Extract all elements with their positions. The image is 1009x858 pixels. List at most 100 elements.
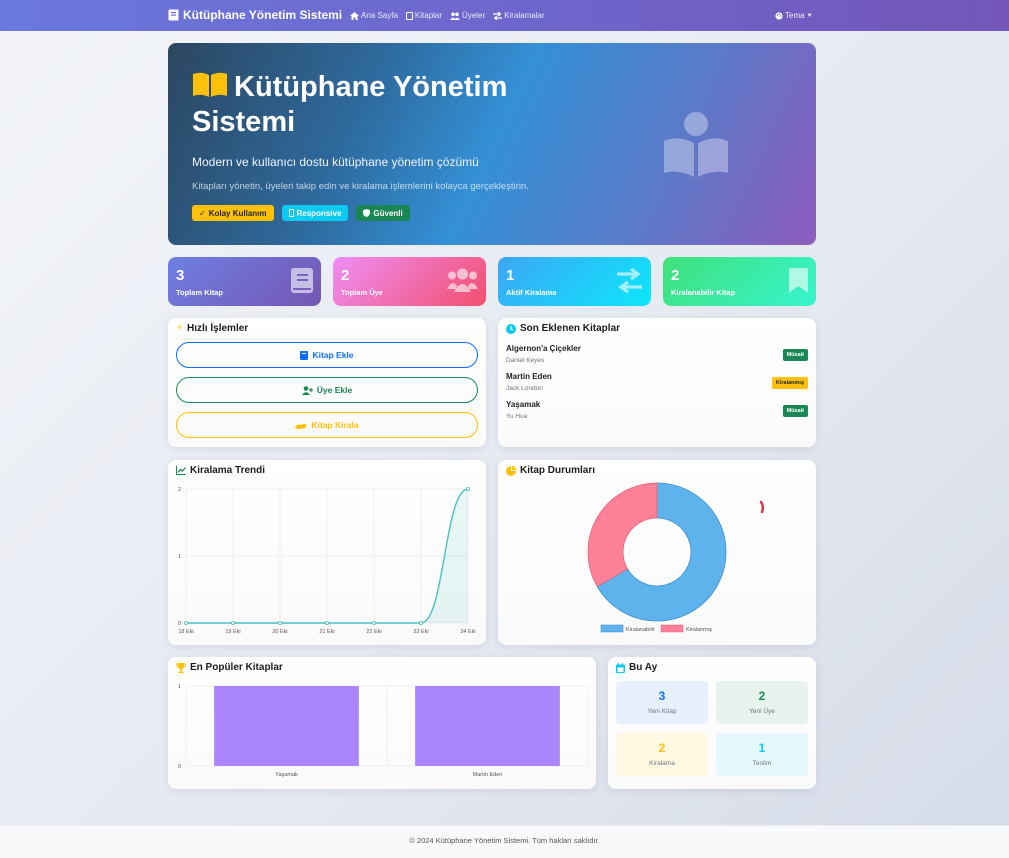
recent-books-card: Son Eklenen Kitaplar Algernon'a Çiçekler… [498,318,816,447]
calendar-icon [616,662,625,673]
stat-total-members: 2 Toplam Üye [333,257,486,306]
x-tick-label: Yaşamak [275,772,298,778]
stat-label: Kiralanabilir Kitap [671,288,736,297]
mini-label: Yeni Kitap [647,708,677,715]
bar [214,686,359,766]
nav-rentals[interactable]: Kiralamalar [493,11,545,20]
list-item[interactable]: Algernon'a Çiçekler Daniel Keyes Müsait [506,344,808,366]
mini-label: Kiralama [649,760,675,767]
hero-title-block: Kütüphane Yönetim Sistemi [192,70,572,140]
nav-home-label: Ana Sayfa [361,11,398,20]
x-tick-label: 18 Eki [178,629,193,635]
nav-members[interactable]: Üyeler [450,11,485,20]
nav-books-label: Kitaplar [414,11,443,20]
rent-book-label: Kitap Kirala [311,420,359,430]
stat-label: Aktif Kiralama [506,288,557,297]
stat-label: Toplam Kitap [176,288,223,297]
bolt-icon: ⚡ [176,323,184,334]
navbar-brand[interactable]: Kütüphane Yönetim Sistemi [168,8,342,22]
legend-label: Kiralanabilir [626,627,655,633]
book-author: Yu Hua [506,413,528,420]
x-tick-label: Martin Eden [473,772,503,778]
status-badge: Müsait [782,349,808,361]
rental-trend-chart: 18 Eki 19 Eki 20 Eki 21 Eki 22 Eki 23 Eki 24 E… [178,486,476,635]
nav-members-label: Üyeler [462,11,486,20]
badge-secure-label: Güvenli [373,208,403,218]
stat-active-rentals: 1 Aktif Kiralama [498,257,651,306]
stat-value: 2 [341,267,350,284]
user-plus-icon [301,385,313,395]
mini-value: 3 [658,689,666,703]
book-status-chart: Kiralanabilir Kiralanmış [587,482,765,633]
clock-icon [506,323,516,334]
book-title: Algernon'a Çiçekler [506,344,581,353]
stat-value: 1 [506,267,515,284]
book-icon [168,9,179,21]
this-month-title: Bu Ay [629,662,658,673]
badge-easy-use: ✓ Kolay Kullanım [192,205,274,221]
check-icon: ✓ [199,208,206,218]
exchange-icon [617,268,642,293]
badge-responsive: Responsive [281,205,349,221]
y-tick-label: 0 [178,621,181,627]
stat-value: 2 [671,267,680,284]
nav-home[interactable]: Ana Sayfa [350,11,398,20]
recent-books-header: Son Eklenen Kitaplar [506,323,620,334]
book-icon [300,350,309,360]
rent-book-button[interactable]: Kitap Kirala [176,412,478,438]
x-tick-label: 22 Eki [366,629,381,635]
palette-icon [775,11,783,20]
users-icon [450,12,461,20]
add-member-button[interactable]: Üye Ekle [176,377,478,403]
bookmark-icon [789,268,808,293]
hero-title: Kütüphane Yönetim Sistemi [192,71,508,138]
mini-value: 2 [758,689,766,703]
status-badge: Kiralanmış [771,377,808,389]
badge-secure: Güvenli [356,205,410,221]
stat-new-books: 3 Yeni Kitap [616,681,708,724]
data-point [465,486,470,491]
quick-actions-header: ⚡ Hızlı İşlemler [176,323,248,334]
home-icon [350,11,359,20]
stat-available-books: 2 Kiralanabilir Kitap [663,257,816,306]
stat-label: Toplam Üye [341,288,383,297]
this-month-card: Bu Ay 3 Yeni Kitap 2 Yeni Üye 2 Kiralama… [608,657,816,789]
brand-title: Kütüphane Yönetim Sistemi [183,8,343,22]
book-title: Martin Eden [506,372,552,381]
stat-rentals: 2 Kiralama [616,733,708,776]
this-month-header: Bu Ay [616,662,657,673]
x-tick-label: 21 Eki [319,629,334,635]
exchange-icon [493,11,503,20]
hero-description: Kitapları yönetin, üyeleri takip edin ve… [192,181,529,192]
book-status-card: Kitap Durumları Kiralanabilir Kiralanmış [498,460,816,645]
book-icon [405,11,413,20]
popular-books-chart: 0 1 Yaşamak Martin Eden [178,684,589,778]
list-item[interactable]: Yaşamak Yu Hua Müsait [506,400,808,422]
book-author: Daniel Keyes [506,357,545,364]
quick-actions-title: Hızlı İşlemler [187,323,249,334]
y-tick-label: 1 [178,684,181,690]
data-point [278,620,283,625]
theme-label: Tema [785,11,805,20]
x-tick-label: 20 Eki [272,629,287,635]
y-tick-label: 0 [178,764,181,770]
list-item[interactable]: Martin Eden Jack London Kiralanmış [506,372,808,394]
data-point [324,620,329,625]
mini-label: Teslim [752,760,772,767]
bar [415,686,560,766]
open-book-icon [193,72,227,97]
stat-new-members: 2 Yeni Üye [716,681,808,724]
legend-label: Kiralanmış [686,627,712,633]
chevron-down-icon: ▼ [806,12,813,19]
mobile-icon [288,209,294,217]
add-member-label: Üye Ekle [316,385,353,395]
nav-books[interactable]: Kitaplar [405,11,443,20]
pie-slice [587,482,658,588]
users-icon [447,268,478,292]
add-book-button[interactable]: Kitap Ekle [176,342,478,368]
theme-dropdown[interactable]: Tema ▼ [775,11,813,20]
legend-swatch [600,624,624,633]
stat-total-books: 3 Toplam Kitap [168,257,321,306]
add-book-label: Kitap Ekle [312,350,354,360]
reader-icon [664,112,728,177]
